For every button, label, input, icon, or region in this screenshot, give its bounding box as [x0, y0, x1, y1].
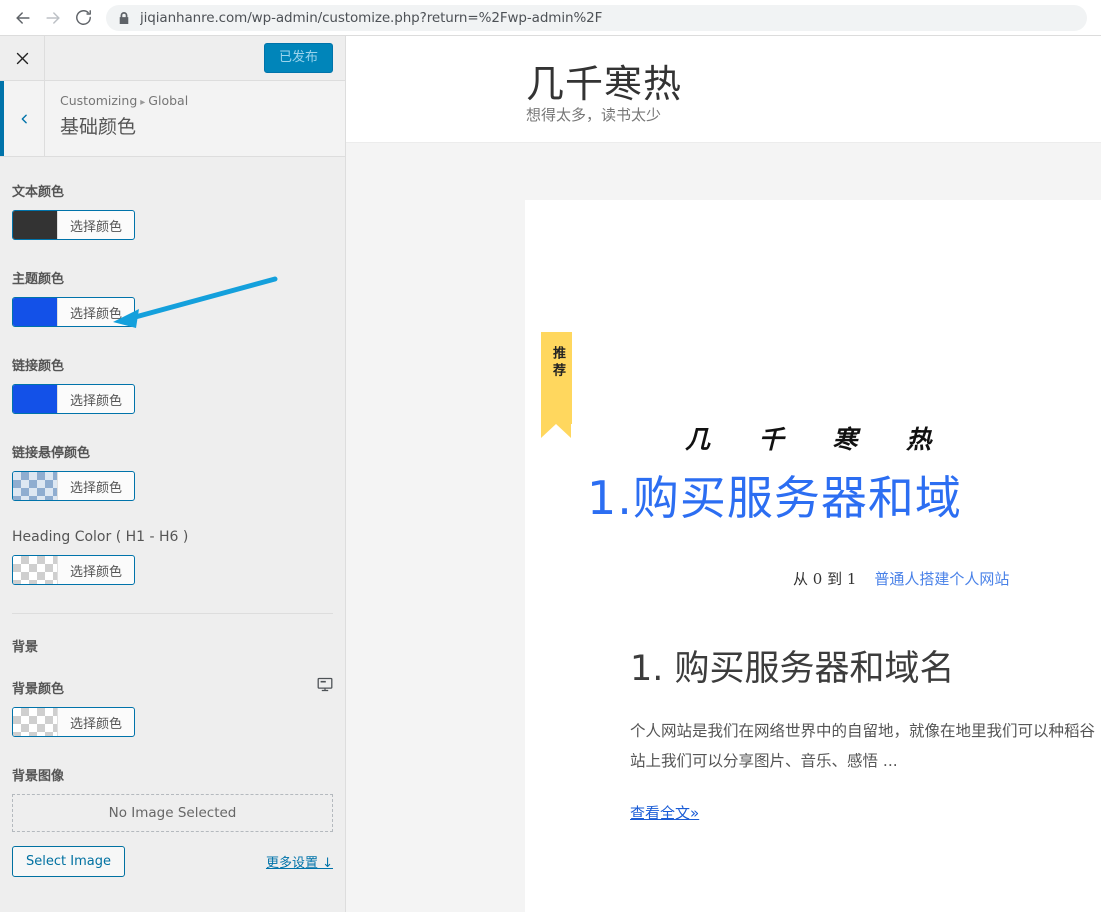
read-more-label: 查看全文	[630, 804, 690, 822]
arrow-left-icon	[13, 8, 33, 28]
customizer-topbar: 已发布	[0, 36, 345, 81]
ribbon-label: 推荐	[549, 346, 564, 380]
read-more-link[interactable]: 查看全文»	[630, 804, 699, 822]
post-excerpt: 个人网站是我们在网络世界中的自留地，就像在地里我们可以种稻谷 站上我们可以分享图…	[630, 716, 1101, 776]
post-excerpt-line-2: 站上我们可以分享图片、音乐、感悟 ...	[630, 746, 1101, 776]
control-label: 背景图像	[12, 765, 333, 784]
control-background-image: 背景图像 No Image Selected Select Image 更多设置…	[12, 765, 333, 877]
breadcrumb-root: Customizing	[60, 93, 137, 108]
close-customizer-button[interactable]	[0, 36, 45, 80]
color-picker-background-color[interactable]: 选择颜色	[12, 707, 135, 737]
color-swatch	[13, 708, 58, 736]
chevron-left-icon	[18, 111, 31, 127]
page-title: 基础颜色	[60, 112, 345, 139]
customizer-topbar-actions: 已发布	[45, 36, 345, 80]
color-picker-label: 选择颜色	[58, 708, 134, 736]
arrow-right-icon	[43, 8, 63, 28]
featured-subtitle-left: 从 0 到 1	[793, 570, 856, 588]
article-card: 推荐 几 千 寒 热 1.购买服务器和域 从 0 到 1 普通人搭建个人网站 1.…	[525, 200, 1101, 912]
control-label: 背景颜色	[12, 678, 64, 697]
control-heading-color: Heading Color ( H1 - H6 ) 选择颜色	[12, 529, 333, 589]
color-swatch	[13, 385, 58, 413]
control-label: 主题颜色	[12, 268, 333, 287]
address-bar[interactable]: jiqianhanre.com/wp-admin/customize.php?r…	[106, 5, 1087, 31]
background-image-actions: Select Image 更多设置 ↓	[12, 846, 333, 877]
breadcrumb-separator-icon: ▸	[140, 97, 145, 108]
control-label: 链接悬停颜色	[12, 442, 333, 461]
control-theme-color: 主题颜色 选择颜色	[12, 268, 333, 331]
forward-button[interactable]	[38, 3, 68, 33]
post-title[interactable]: 1. 购买服务器和域名	[630, 640, 1101, 691]
featured-brush-title: 几 千 寒 热	[685, 420, 951, 456]
featured-subtitle-right: 普通人搭建个人网站	[874, 570, 1009, 588]
desktop-monitor-icon[interactable]	[317, 677, 333, 697]
color-swatch	[13, 211, 58, 239]
close-icon	[15, 51, 30, 66]
section-divider	[12, 613, 333, 614]
customizer-panel-header: Customizing▸Global 基础颜色	[0, 81, 345, 157]
back-to-previous-panel-button[interactable]	[0, 81, 45, 156]
browser-toolbar: jiqianhanre.com/wp-admin/customize.php?r…	[0, 0, 1101, 36]
section-heading-background: 背景	[12, 636, 333, 655]
reload-icon	[74, 8, 93, 27]
post-excerpt-line-1: 个人网站是我们在网络世界中的自留地，就像在地里我们可以种稻谷	[630, 722, 1095, 740]
color-picker-link-hover-color[interactable]: 选择颜色	[12, 471, 135, 501]
panel-header-text: Customizing▸Global 基础颜色	[45, 81, 345, 156]
control-text-color: 文本颜色 选择颜色	[12, 181, 333, 244]
control-link-hover-color: 链接悬停颜色 选择颜色	[12, 442, 333, 505]
more-settings-link[interactable]: 更多设置 ↓	[266, 852, 333, 871]
color-picker-label: 选择颜色	[58, 556, 134, 584]
no-image-placeholder: No Image Selected	[12, 794, 333, 832]
control-label: 文本颜色	[12, 181, 333, 200]
color-picker-label: 选择颜色	[58, 472, 134, 500]
read-more-chevron-icon: »	[690, 804, 699, 822]
recommended-ribbon: 推荐	[541, 332, 572, 424]
reload-button[interactable]	[68, 3, 98, 33]
color-picker-label: 选择颜色	[58, 298, 134, 326]
control-link-color: 链接颜色 选择颜色	[12, 355, 333, 418]
site-tagline: 想得太多，读书太少	[526, 104, 661, 125]
select-image-button[interactable]: Select Image	[12, 846, 125, 877]
color-picker-label: 选择颜色	[58, 211, 134, 239]
customizer-sidebar: 已发布 Customizing▸Global 基础颜色 文本颜色 选择颜色 主题	[0, 36, 346, 912]
color-picker-text-color[interactable]: 选择颜色	[12, 210, 135, 240]
breadcrumb: Customizing▸Global	[60, 93, 345, 108]
color-swatch	[13, 298, 58, 326]
color-swatch	[13, 556, 58, 584]
desktop-monitor-icon-svg	[317, 677, 333, 692]
site-header: 几千寒热 想得太多，读书太少	[346, 36, 1101, 143]
lock-icon	[118, 11, 130, 25]
breadcrumb-current: Global	[148, 93, 188, 108]
control-background-color: 背景颜色 选择颜色	[12, 677, 333, 741]
control-label: Heading Color ( H1 - H6 )	[12, 529, 333, 545]
featured-subtitle: 从 0 到 1 普通人搭建个人网站	[793, 568, 1009, 589]
customizer-controls: 文本颜色 选择颜色 主题颜色 选择颜色 链接颜色 选择颜色 链接悬停颜色	[0, 157, 345, 912]
color-picker-theme-color[interactable]: 选择颜色	[12, 297, 135, 327]
back-button[interactable]	[8, 3, 38, 33]
url-text: jiqianhanre.com/wp-admin/customize.php?r…	[140, 10, 602, 26]
color-picker-label: 选择颜色	[58, 385, 134, 413]
site-title[interactable]: 几千寒热	[526, 53, 682, 108]
site-preview-pane[interactable]: 几千寒热 想得太多，读书太少 推荐 几 千 寒 热 1.购买服务器和域 从 0 …	[346, 36, 1101, 912]
color-picker-link-color[interactable]: 选择颜色	[12, 384, 135, 414]
background-color-label-row: 背景颜色	[12, 677, 333, 697]
featured-image[interactable]: 推荐 几 千 寒 热 1.购买服务器和域 从 0 到 1 普通人搭建个人网站	[525, 200, 1101, 600]
publish-button[interactable]: 已发布	[264, 43, 333, 73]
color-picker-heading-color[interactable]: 选择颜色	[12, 555, 135, 585]
color-swatch	[13, 472, 58, 500]
post-body: 1. 购买服务器和域名 个人网站是我们在网络世界中的自留地，就像在地里我们可以种…	[525, 600, 1101, 823]
control-label: 链接颜色	[12, 355, 333, 374]
featured-headline: 1.购买服务器和域	[587, 462, 962, 528]
